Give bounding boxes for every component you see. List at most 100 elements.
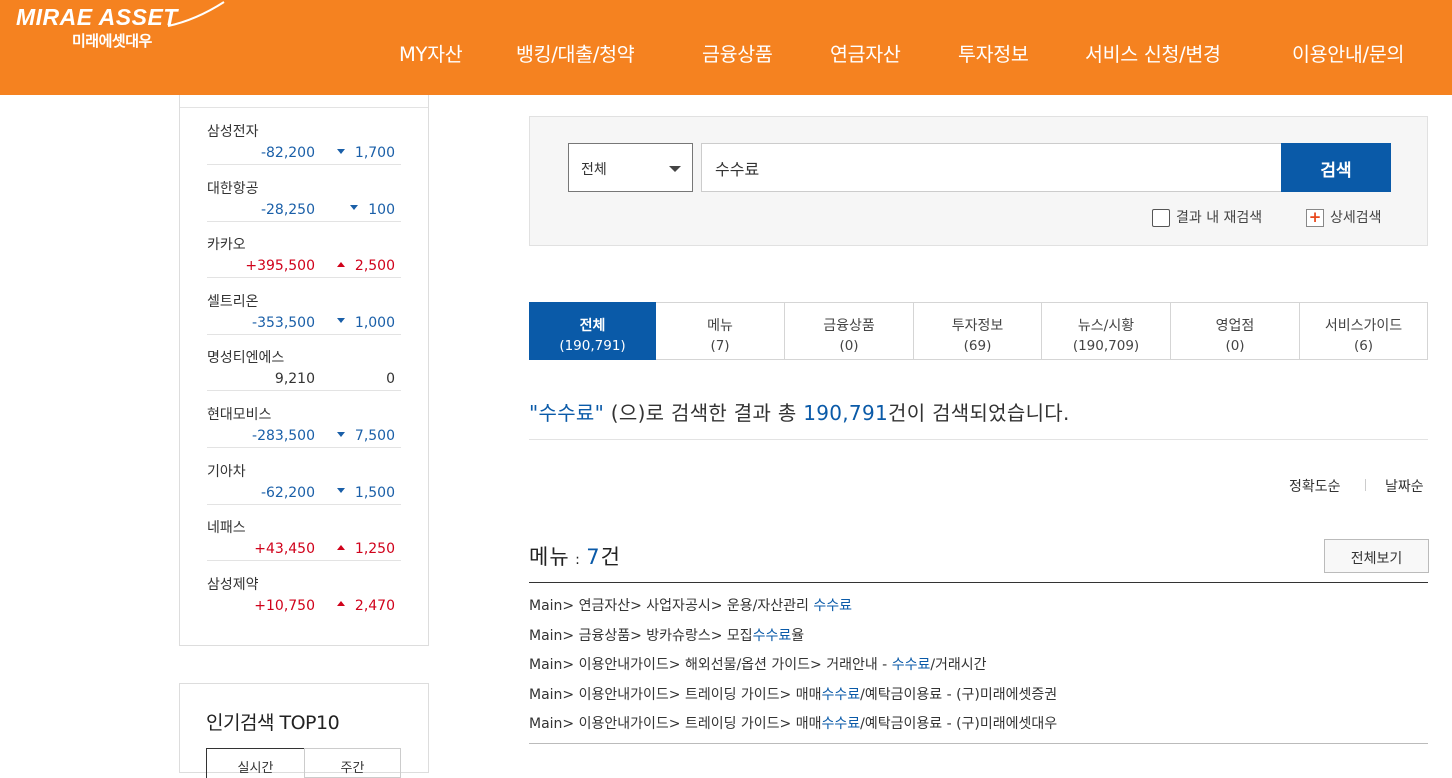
stock-item[interactable]: 삼성제약 +10,750 2,470 xyxy=(207,561,401,618)
logo-korean: 미래에셋대우 xyxy=(72,32,152,50)
stock-name: 현대모비스 xyxy=(207,407,272,423)
stock-change: 1,000 xyxy=(336,314,395,331)
top-header: MIRAE ASSET 미래에셋대우 MY자산 뱅킹/대출/청약 금융상품 연금… xyxy=(0,0,1452,95)
stock-change: 1,250 xyxy=(336,541,395,558)
result-path: Main> 이용안내가이드> 트레이딩 가이드> 매매 xyxy=(529,686,822,703)
logo[interactable]: MIRAE ASSET 미래에셋대우 xyxy=(16,1,225,50)
stock-item[interactable]: 네패스 +43,450 1,250 xyxy=(207,504,401,562)
tab-label: 금융상품 xyxy=(823,318,875,334)
tab-weekly[interactable]: 주간 xyxy=(304,748,401,778)
stock-item[interactable]: 명성티엔에스 9,210 0 xyxy=(207,334,401,392)
tab-count: (6) xyxy=(1353,338,1374,354)
result-keyword: 수수료 xyxy=(752,627,792,644)
recheck-option[interactable]: 결과 내 재검색 xyxy=(1152,207,1262,227)
stock-name: 카카오 xyxy=(207,237,246,254)
nav-investment-info[interactable]: 투자정보 xyxy=(958,38,1029,68)
search-button[interactable]: 검색 xyxy=(1281,143,1391,192)
sort-date[interactable]: 날짜순 xyxy=(1385,476,1424,496)
stock-item[interactable]: 카카오 +395,500 2,500 xyxy=(207,221,401,279)
checkbox-icon[interactable] xyxy=(1152,209,1170,227)
search-scope-select[interactable]: 전체 xyxy=(568,143,693,192)
nav-my-assets[interactable]: MY자산 xyxy=(399,38,463,68)
stock-price: -283,500 xyxy=(252,428,315,444)
arrow-up-icon xyxy=(336,544,345,550)
stock-item[interactable]: 셀트리온 -353,500 1,000 xyxy=(207,278,401,335)
result-path: Main> 연금자산> 사업자공시> 운용/자산관리 xyxy=(529,598,814,614)
tab-service-guide[interactable]: 서비스가이드 (6) xyxy=(1300,302,1428,360)
logo-english: MIRAE ASSET xyxy=(16,4,178,30)
result-link[interactable]: Main> 이용안내가이드> 트레이딩 가이드> 매매수수료/예탁금이용료 - … xyxy=(529,713,1057,733)
tab-investment-info[interactable]: 투자정보 (69) xyxy=(914,302,1042,360)
stock-change-value: 1,250 xyxy=(354,541,395,558)
section-unit: 건 xyxy=(600,545,621,569)
stock-price: -353,500 xyxy=(252,314,315,331)
tab-label: 메뉴 xyxy=(707,318,733,334)
detail-search-option[interactable]: + 상세검색 xyxy=(1306,207,1382,227)
stock-change: 0 xyxy=(386,371,395,387)
tab-label: 뉴스/시황 xyxy=(1077,318,1135,334)
stock-price: -62,200 xyxy=(260,484,315,501)
stock-item[interactable]: 대한항공 -28,250 100 xyxy=(207,165,401,222)
divider xyxy=(529,582,1428,583)
summary-keyword: "수수료" xyxy=(529,401,605,425)
tab-count: (7) xyxy=(710,338,730,354)
divider xyxy=(529,743,1428,744)
tab-financial-products[interactable]: 금융상품 (0) xyxy=(785,302,914,360)
stock-name: 대한항공 xyxy=(207,180,259,197)
summary-tail: 건이 검색되었습니다. xyxy=(888,401,1070,425)
tab-news[interactable]: 뉴스/시황 (190,709) xyxy=(1042,302,1171,360)
nav-service-request[interactable]: 서비스 신청/변경 xyxy=(1085,38,1221,68)
logo-swoosh-icon xyxy=(167,1,225,27)
section-count: 7 xyxy=(586,545,601,569)
result-suffix: 율 xyxy=(791,627,805,644)
search-input[interactable] xyxy=(701,143,1282,192)
popular-search-panel: 인기검색 TOP10 실시간 주간 xyxy=(179,683,429,778)
search-box: 전체 검색 결과 내 재검색 + 상세검색 xyxy=(529,116,1428,246)
stock-ticker-panel: 삼성전자 -82,200 1,700 대한항공 -28,250 100 카카오 +395,50… xyxy=(179,95,429,646)
search-scope-value: 전체 xyxy=(581,162,607,178)
tab-label: 영업점 xyxy=(1215,318,1255,334)
tab-all[interactable]: 전체 (190,791) xyxy=(529,302,656,360)
stock-change-value: 100 xyxy=(368,201,395,218)
result-path: Main> 이용안내가이드> 해외선물/옵션 가이드> 거래안내 - xyxy=(529,657,892,673)
stock-name: 기아차 xyxy=(207,463,246,480)
nav-guide-inquiry[interactable]: 이용안내/문의 xyxy=(1292,38,1404,68)
stock-change-value: 1,700 xyxy=(354,145,395,161)
result-suffix: /예탁금이용료 - (구)미래에셋대우 xyxy=(860,716,1058,732)
result-category-tabs: 전체 (190,791) 메뉴 (7) 금융상품 (0) 투자정보 (69) 뉴스/시황 (190… xyxy=(529,302,1428,360)
arrow-down-icon xyxy=(336,488,345,494)
result-link[interactable]: Main> 금융상품> 방카슈랑스> 모집수수료율 xyxy=(529,625,804,645)
arrow-down-icon xyxy=(350,205,359,211)
stock-price: -28,250 xyxy=(260,201,315,218)
stock-item[interactable]: 현대모비스 -283,500 7,500 xyxy=(207,391,401,448)
stock-change-value: 1,500 xyxy=(354,484,395,501)
result-path: Main> 이용안내가이드> 트레이딩 가이드> 매매 xyxy=(529,716,822,732)
result-path: Main> 금융상품> 방카슈랑스> 모집 xyxy=(529,627,753,644)
stock-name: 셀트리온 xyxy=(207,293,259,310)
nav-pension[interactable]: 연금자산 xyxy=(830,38,901,68)
stock-name: 삼성전자 xyxy=(207,124,259,140)
arrow-up-icon xyxy=(336,601,345,607)
stock-name: 명성티엔에스 xyxy=(207,350,285,367)
menu-section-title: 메뉴 : 7건 xyxy=(529,541,621,571)
result-link[interactable]: Main> 연금자산> 사업자공시> 운용/자산관리 수수료 xyxy=(529,595,852,615)
stock-name: 네패스 xyxy=(207,520,246,537)
tab-menu[interactable]: 메뉴 (7) xyxy=(656,302,785,360)
view-all-button[interactable]: 전체보기 xyxy=(1324,539,1429,573)
tab-branches[interactable]: 영업점 (0) xyxy=(1171,302,1300,360)
stock-item[interactable]: 삼성전자 -82,200 1,700 xyxy=(207,108,401,165)
stock-change: 7,500 xyxy=(336,428,395,444)
stock-item[interactable]: 기아차 -62,200 1,500 xyxy=(207,448,401,505)
nav-financial-products[interactable]: 금융상품 xyxy=(702,38,773,68)
nav-banking[interactable]: 뱅킹/대출/청약 xyxy=(516,38,635,68)
recheck-label: 결과 내 재검색 xyxy=(1176,210,1263,226)
result-link[interactable]: Main> 이용안내가이드> 트레이딩 가이드> 매매수수료/예탁금이용료 - … xyxy=(529,684,1057,704)
section-name: 메뉴 xyxy=(529,545,570,569)
tab-count: (190,709) xyxy=(1072,338,1140,354)
sort-accuracy[interactable]: 정확도순 xyxy=(1289,476,1341,496)
result-keyword: 수수료 xyxy=(891,657,931,673)
result-link[interactable]: Main> 이용안내가이드> 해외선물/옵션 가이드> 거래안내 - 수수료/거… xyxy=(529,654,987,674)
tab-realtime[interactable]: 실시간 xyxy=(206,748,305,778)
stock-change-value: 1,000 xyxy=(354,314,395,331)
tab-count: (0) xyxy=(1225,338,1245,354)
